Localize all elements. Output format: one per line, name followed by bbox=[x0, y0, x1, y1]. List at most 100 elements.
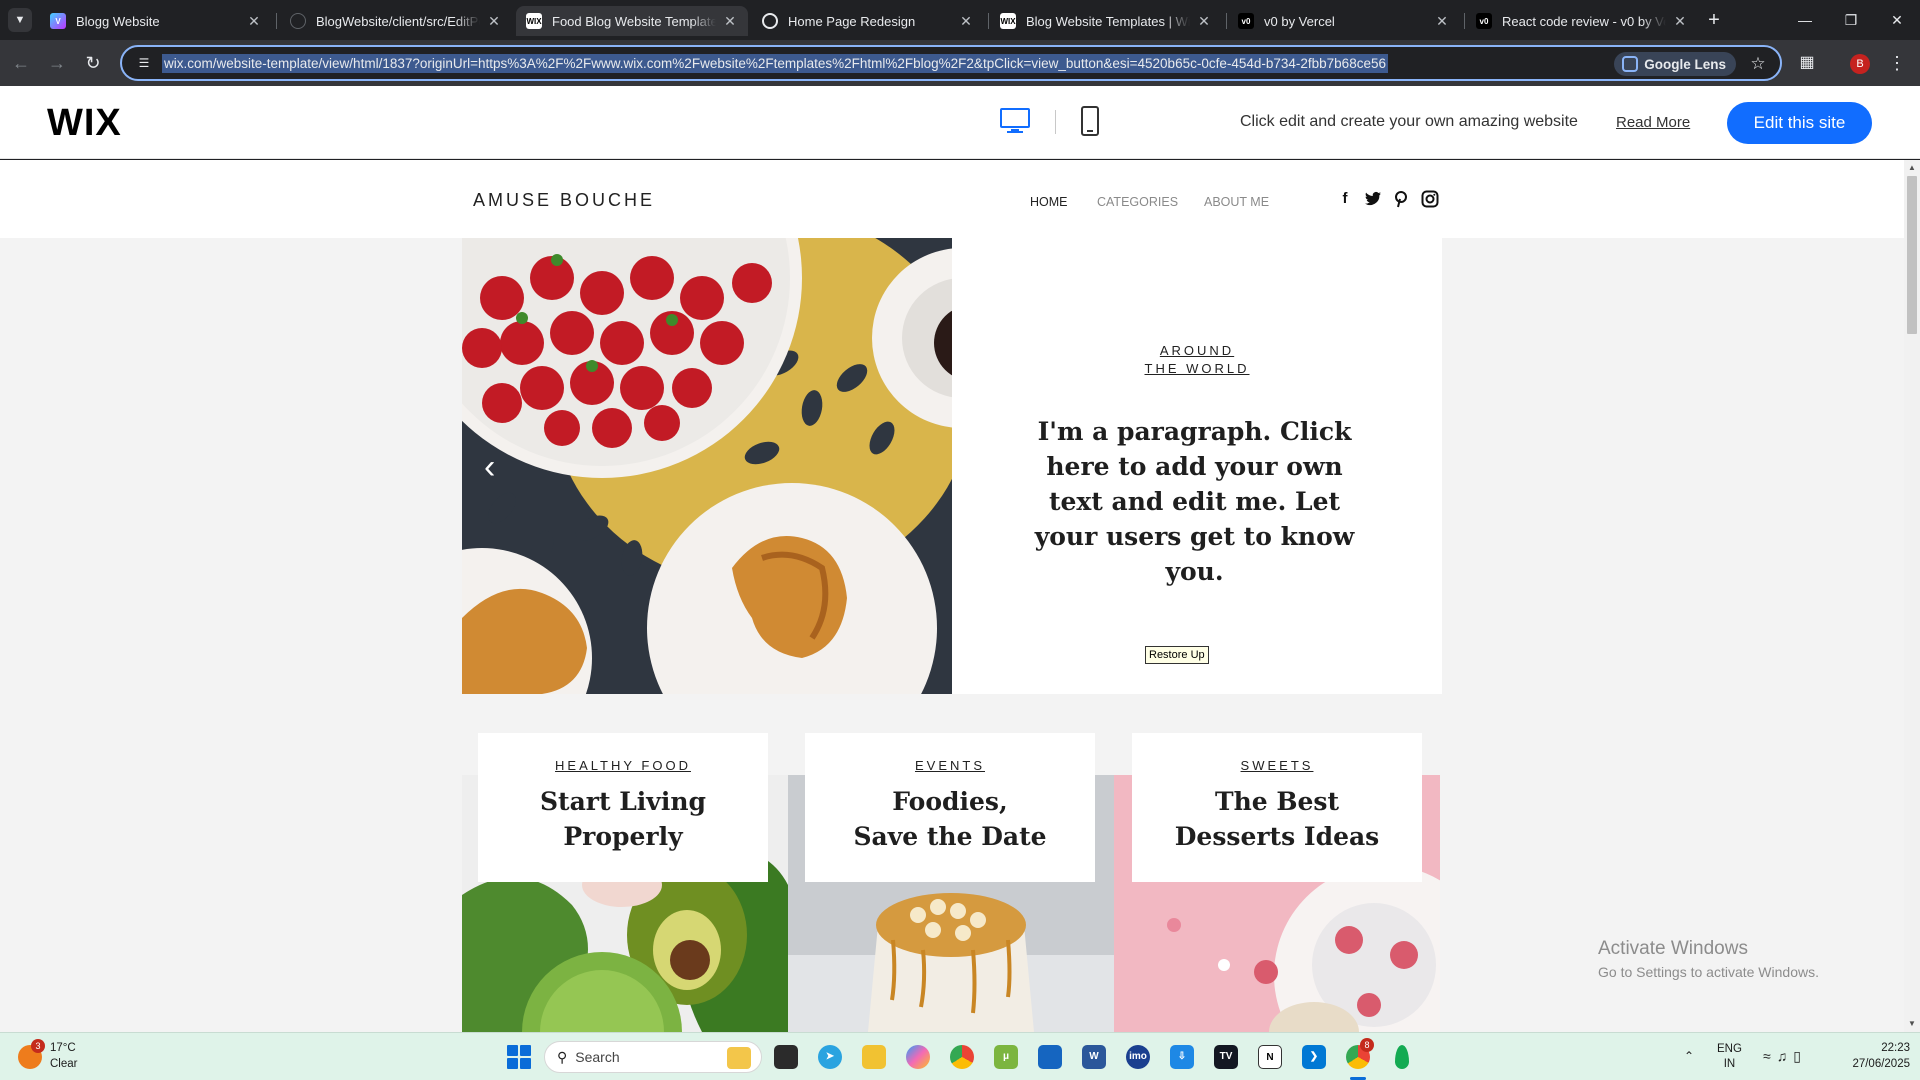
nav-about-me[interactable]: ABOUT ME bbox=[1204, 195, 1269, 209]
card-healthy-food[interactable]: HEALTHY FOOD Start Living Properly bbox=[478, 733, 768, 882]
card-title-line1[interactable]: The Best bbox=[1132, 784, 1422, 819]
card-title-line2[interactable]: Desserts Ideas bbox=[1132, 819, 1422, 854]
restore-button[interactable]: ❐ bbox=[1828, 6, 1874, 34]
hero-paragraph[interactable]: I'm a paragraph. Click here to add your … bbox=[1022, 414, 1367, 589]
close-icon[interactable]: ✕ bbox=[486, 13, 502, 29]
tab-react-code-review[interactable]: v0 React code review - v0 by Vercel ✕ bbox=[1466, 6, 1698, 36]
chrome-icon[interactable] bbox=[950, 1045, 974, 1069]
windows-taskbar: 3 17°C Clear ⚲ Search ➤ μ W imo ⇩ TV N ❯… bbox=[0, 1032, 1920, 1080]
facebook-icon[interactable]: f bbox=[1336, 190, 1354, 208]
tab-blog-website-templates[interactable]: WIX Blog Website Templates | Wix.com ✕ bbox=[990, 6, 1222, 36]
tab-separator bbox=[988, 13, 989, 29]
card-title-line2[interactable]: Save the Date bbox=[805, 819, 1095, 854]
tab-search-button[interactable]: ▼ bbox=[8, 8, 32, 32]
downloader-icon[interactable]: ⇩ bbox=[1170, 1045, 1194, 1069]
language-region: IN bbox=[1723, 1058, 1736, 1070]
back-button[interactable]: ← bbox=[8, 50, 34, 76]
tab-home-page-redesign[interactable]: Home Page Redesign ✕ bbox=[752, 6, 984, 36]
windows-start-icon[interactable] bbox=[507, 1045, 531, 1069]
desktop-view-icon[interactable] bbox=[1000, 108, 1030, 134]
profile-avatar[interactable]: B bbox=[1850, 54, 1870, 74]
vscode-icon[interactable]: ❯ bbox=[1302, 1045, 1326, 1069]
tab-v0-by-vercel[interactable]: v0 v0 by Vercel ✕ bbox=[1228, 6, 1460, 36]
reload-button[interactable]: ↻ bbox=[80, 50, 106, 76]
close-icon[interactable]: ✕ bbox=[246, 13, 262, 29]
close-icon[interactable]: ✕ bbox=[1196, 13, 1212, 29]
tab-blogg-website[interactable]: V Blogg Website ✕ bbox=[40, 6, 272, 36]
notion-icon[interactable]: N bbox=[1258, 1045, 1282, 1069]
address-bar[interactable]: ☰ wix.com/website-template/view/html/183… bbox=[120, 45, 1782, 81]
card-category[interactable]: SWEETS bbox=[1132, 758, 1422, 773]
system-tray-icons[interactable]: ≈♫▯ bbox=[1763, 1048, 1807, 1065]
restore-up-button[interactable]: Restore Up bbox=[1145, 646, 1209, 664]
imo-icon[interactable]: imo bbox=[1126, 1045, 1150, 1069]
extensions-icon[interactable]: ▦ bbox=[1796, 52, 1818, 74]
nav-home[interactable]: HOME bbox=[1030, 195, 1068, 209]
wifi-icon[interactable]: ≈ bbox=[1763, 1048, 1777, 1064]
menu-kebab-icon[interactable]: ⋮ bbox=[1888, 52, 1906, 74]
tab-title: Blogg Website bbox=[76, 13, 160, 29]
copilot-icon[interactable] bbox=[906, 1045, 930, 1069]
card-title-line1[interactable]: Foodies, bbox=[805, 784, 1095, 819]
tab-food-blog-template[interactable]: WIX Food Blog Website Template | Wix ✕ bbox=[516, 6, 748, 36]
utorrent-icon[interactable]: μ bbox=[994, 1045, 1018, 1069]
wix-template-bar: WIX Click edit and create your own amazi… bbox=[0, 86, 1920, 159]
clock-time[interactable]: 22:23 bbox=[1838, 1042, 1910, 1054]
scroll-down-arrow-icon[interactable]: ▼ bbox=[1904, 1016, 1920, 1032]
site-brand[interactable]: AMUSE BOUCHE bbox=[473, 190, 655, 211]
task-view-icon[interactable] bbox=[774, 1045, 798, 1069]
close-icon[interactable]: ✕ bbox=[1434, 13, 1450, 29]
site-info-icon[interactable]: ☰ bbox=[134, 53, 154, 73]
search-placeholder: Search bbox=[575, 1049, 620, 1065]
hero-category-line1[interactable]: AROUND bbox=[952, 343, 1442, 358]
tab-title: Food Blog Website Template | Wix bbox=[552, 13, 716, 29]
card-category[interactable]: HEALTHY FOOD bbox=[478, 758, 768, 773]
card-events[interactable]: EVENTS Foodies, Save the Date bbox=[805, 733, 1095, 882]
close-window-button[interactable]: ✕ bbox=[1874, 6, 1920, 34]
weather-temperature[interactable]: 17°C bbox=[50, 1042, 76, 1054]
wix-logo[interactable]: WIX bbox=[47, 102, 122, 145]
chrome-badge: 8 bbox=[1360, 1038, 1374, 1052]
chevron-left-icon[interactable]: ‹ bbox=[484, 450, 504, 484]
card-title-line2[interactable]: Properly bbox=[478, 819, 768, 854]
word-icon[interactable]: W bbox=[1082, 1045, 1106, 1069]
mobile-view-icon[interactable] bbox=[1080, 106, 1100, 136]
bookmark-star-icon[interactable]: ☆ bbox=[1748, 54, 1768, 74]
tab-github-editpost[interactable]: BlogWebsite/client/src/EditPost ✕ bbox=[280, 6, 512, 36]
activate-windows-subtitle: Go to Settings to activate Windows. bbox=[1598, 964, 1819, 980]
edit-this-site-button[interactable]: Edit this site bbox=[1727, 102, 1872, 144]
card-sweets[interactable]: SWEETS The Best Desserts Ideas bbox=[1132, 733, 1422, 882]
card-category[interactable]: EVENTS bbox=[805, 758, 1095, 773]
card-title-line1[interactable]: Start Living bbox=[478, 784, 768, 819]
language-indicator[interactable]: ENG IN bbox=[1717, 1042, 1742, 1072]
instagram-icon[interactable] bbox=[1421, 190, 1439, 208]
close-icon[interactable]: ✕ bbox=[722, 13, 738, 29]
close-icon[interactable]: ✕ bbox=[1672, 13, 1688, 29]
tradingview-icon[interactable]: TV bbox=[1214, 1045, 1238, 1069]
clock-date[interactable]: 27/06/2025 bbox=[1818, 1058, 1910, 1070]
weather-condition[interactable]: Clear bbox=[50, 1058, 77, 1070]
mongodb-icon[interactable] bbox=[1395, 1045, 1409, 1069]
scrollbar-thumb[interactable] bbox=[1907, 176, 1917, 334]
tab-separator bbox=[1226, 13, 1227, 29]
google-lens-button[interactable]: Google Lens bbox=[1614, 52, 1736, 76]
chevron-up-icon[interactable]: ⌃ bbox=[1684, 1049, 1694, 1063]
twitter-icon[interactable] bbox=[1364, 190, 1382, 208]
store-icon[interactable] bbox=[1038, 1045, 1062, 1069]
folder-icon[interactable] bbox=[862, 1045, 886, 1069]
battery-icon[interactable]: ▯ bbox=[1793, 1048, 1807, 1064]
template-preview: AMUSE BOUCHE HOME CATEGORIES ABOUT ME f bbox=[0, 160, 1920, 1032]
pinterest-icon[interactable] bbox=[1392, 190, 1410, 208]
url-text[interactable]: wix.com/website-template/view/html/1837?… bbox=[162, 53, 1388, 73]
new-tab-button[interactable]: + bbox=[1703, 10, 1725, 32]
taskbar-search[interactable]: ⚲ Search bbox=[544, 1041, 762, 1073]
forward-button[interactable]: → bbox=[44, 50, 70, 76]
minimize-button[interactable]: — bbox=[1782, 6, 1828, 34]
volume-icon[interactable]: ♫ bbox=[1777, 1048, 1794, 1064]
telegram-icon[interactable]: ➤ bbox=[818, 1045, 842, 1069]
close-icon[interactable]: ✕ bbox=[958, 13, 974, 29]
nav-categories[interactable]: CATEGORIES bbox=[1097, 195, 1178, 209]
scroll-up-arrow-icon[interactable]: ▲ bbox=[1904, 160, 1920, 176]
hero-category-line2[interactable]: THE WORLD bbox=[952, 361, 1442, 376]
read-more-link[interactable]: Read More bbox=[1616, 114, 1690, 131]
